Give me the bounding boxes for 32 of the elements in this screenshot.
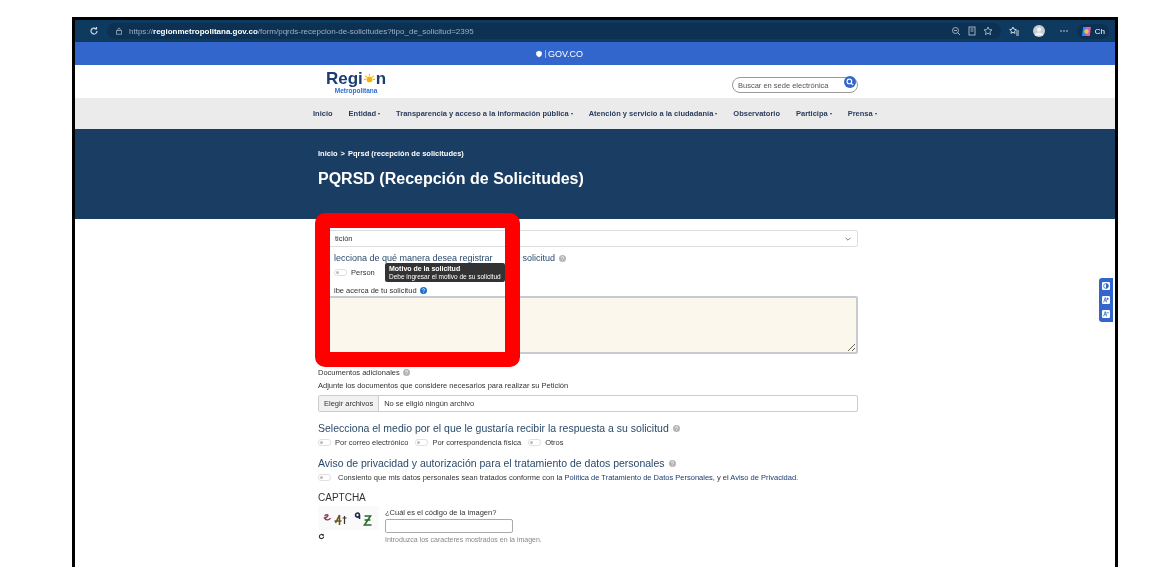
address-bar[interactable]: https://regionmetropolitana.gov.co/form/pqrds-recepcion-de-solicitudes?tipo_de_solicitud=2395 — [107, 23, 1001, 39]
zoom-out-icon[interactable] — [950, 26, 961, 36]
section-heading: solicitud — [522, 253, 556, 263]
chevron-icon — [845, 236, 851, 241]
captcha-field[interactable] — [385, 519, 513, 533]
lock-icon — [115, 27, 123, 35]
gov-logo-text[interactable]: GOV.CO — [534, 48, 584, 59]
help-icon — [668, 459, 676, 467]
section-heading: lecciona de qué manera desea registrar — [334, 253, 493, 263]
refresh-icon[interactable] — [318, 533, 325, 540]
reader-icon[interactable] — [966, 26, 977, 36]
contrast-icon[interactable] — [1102, 282, 1110, 290]
font-increase-icon[interactable] — [1102, 296, 1110, 304]
help-icon — [419, 287, 427, 294]
favorites-icon[interactable] — [1008, 26, 1019, 36]
page-title: PQRSD (Recepción de Solicitudes) — [318, 170, 585, 188]
avatar-icon[interactable] — [1032, 25, 1045, 37]
reload-icon[interactable] — [89, 26, 99, 36]
url-text: https://regionmetropolitana.gov.co/form/pqrds-recepcion-de-solicitudes?tipo_de_solicitud=2395 — [129, 26, 474, 36]
font-decrease-icon[interactable] — [1102, 310, 1110, 318]
section-heading: Selecciona el medio por el que le gustaría recibir la respuesta a su solicitud — [318, 422, 669, 434]
search-icon[interactable] — [844, 75, 856, 88]
help-icon — [672, 424, 680, 432]
shield-icon — [534, 49, 543, 58]
help-icon — [559, 254, 567, 262]
assistant-button[interactable]: Ch — [1076, 23, 1109, 39]
star-icon[interactable] — [982, 26, 993, 36]
assistant-icon — [1080, 25, 1092, 37]
section-heading: Aviso de privacidad y autorización para el tratamiento de datos personales — [318, 457, 665, 469]
help-icon — [402, 369, 410, 376]
consent-toggle[interactable] — [318, 474, 331, 481]
captcha-title: CAPTCHA — [318, 492, 367, 503]
